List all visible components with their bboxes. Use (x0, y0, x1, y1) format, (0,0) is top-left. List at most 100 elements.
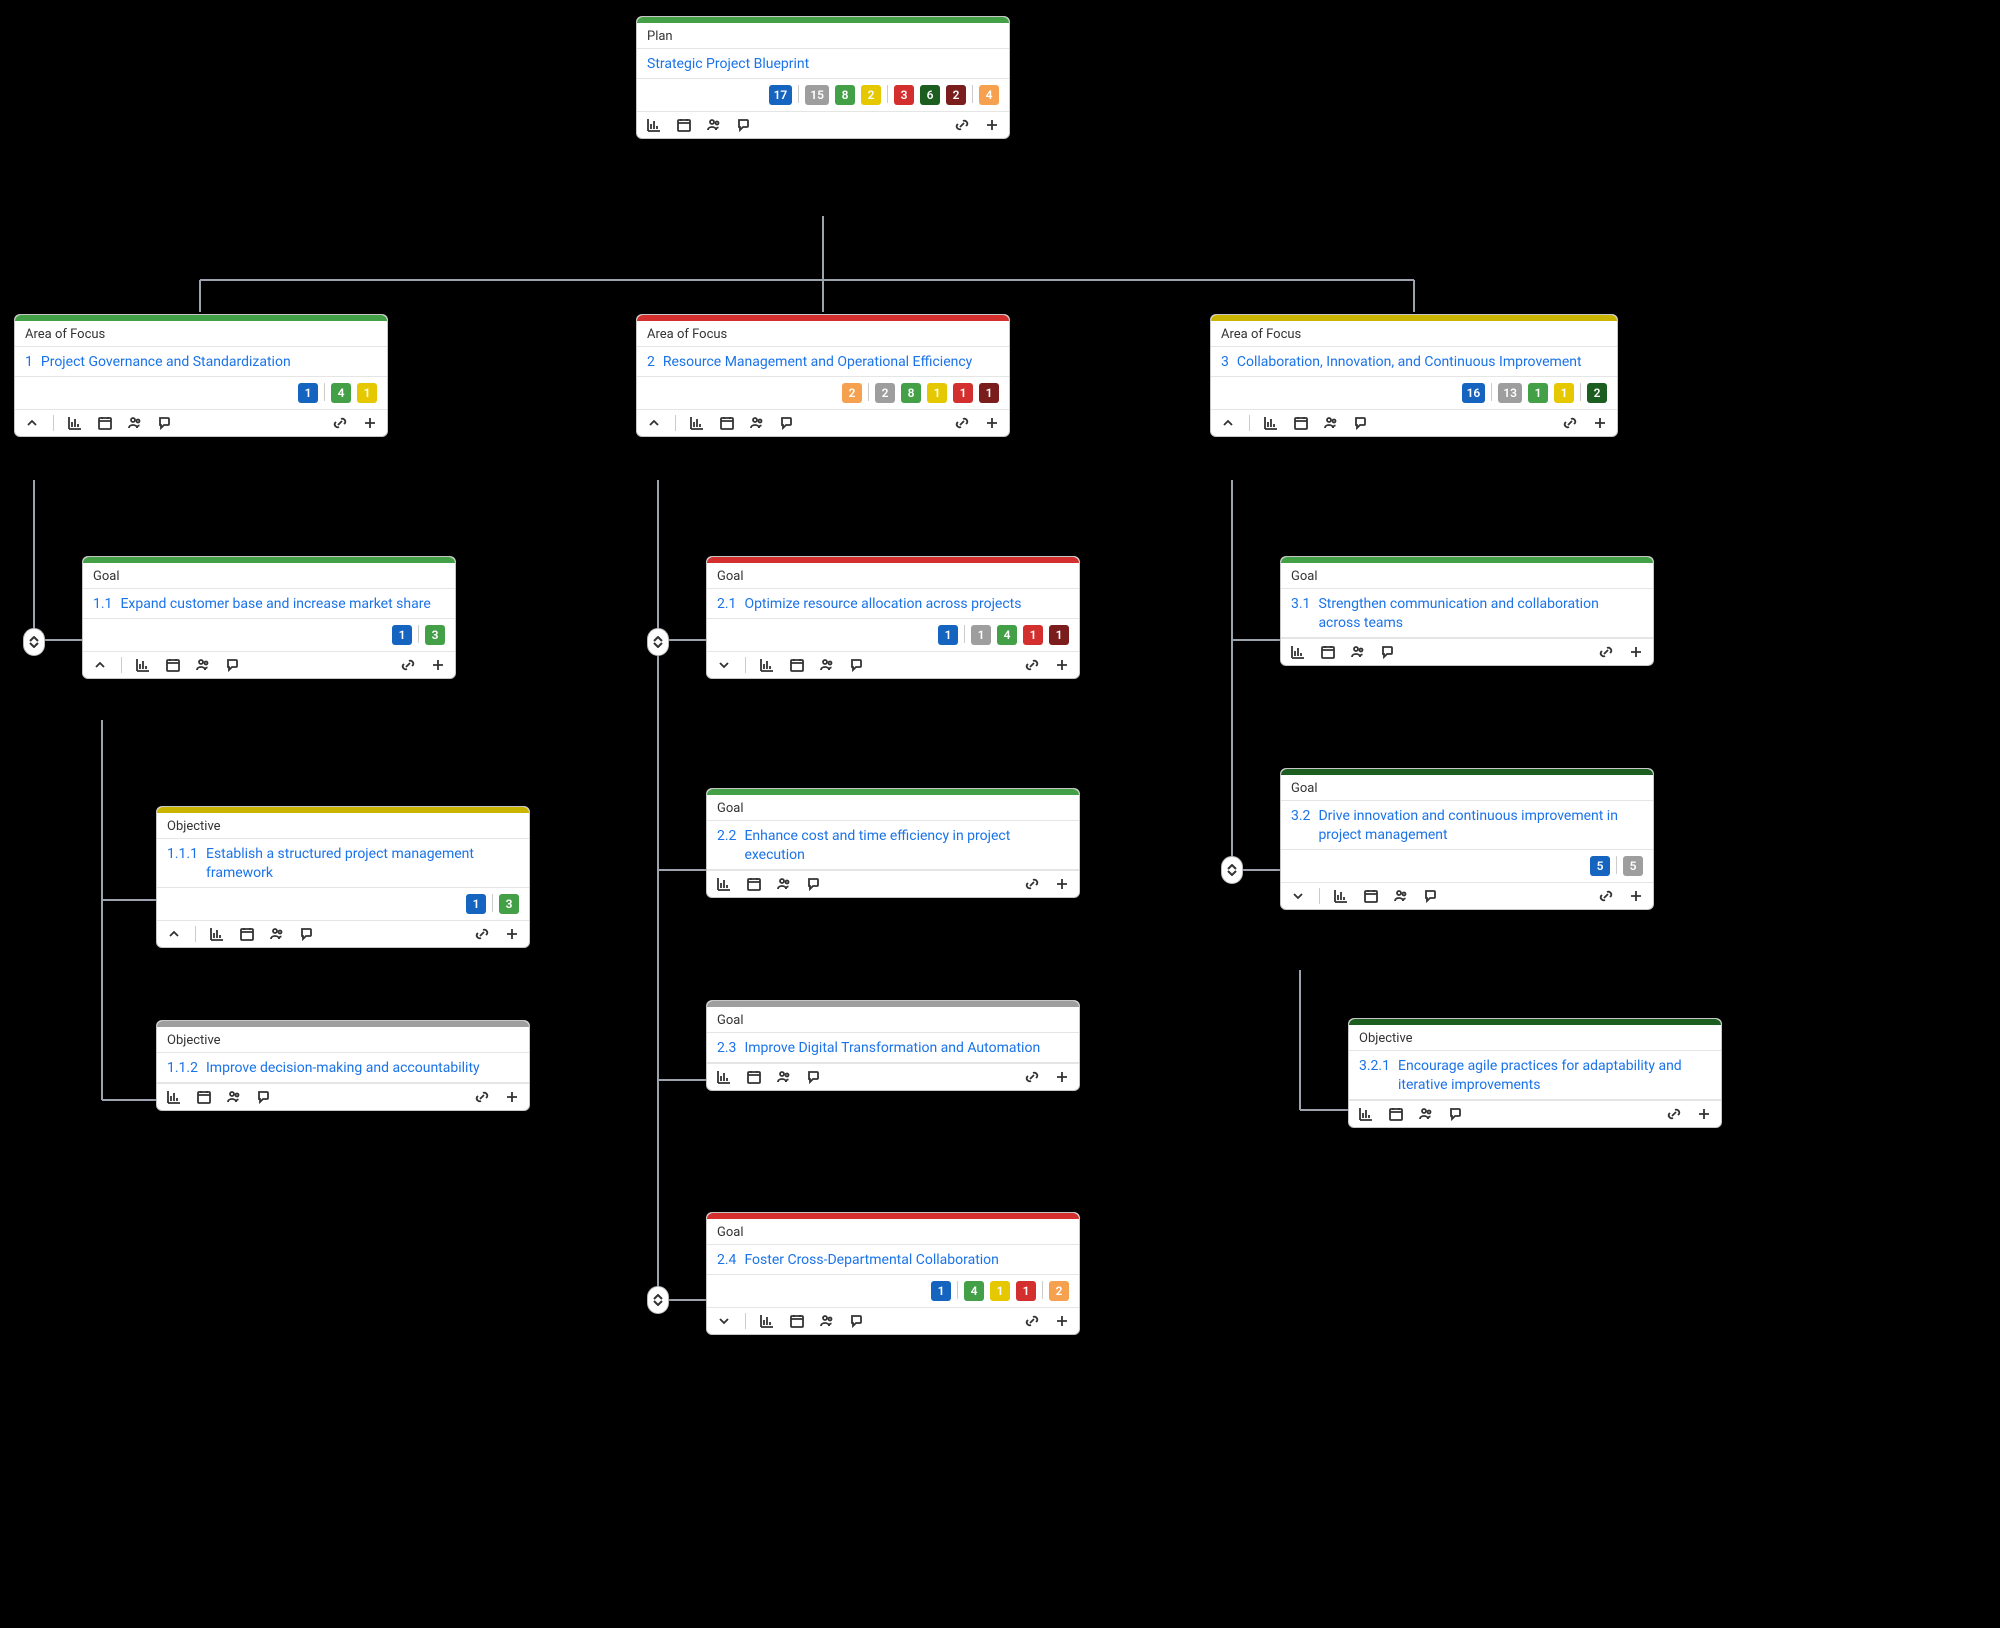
plan-title[interactable]: Strategic Project Blueprint (637, 49, 1009, 79)
people-icon[interactable] (268, 925, 286, 943)
chart-icon[interactable] (1332, 887, 1350, 905)
calendar-icon[interactable] (164, 656, 182, 674)
comment-icon[interactable] (224, 656, 242, 674)
chart-icon[interactable] (1357, 1105, 1375, 1123)
collapse-toggle[interactable] (23, 628, 45, 656)
comment-icon[interactable] (255, 1088, 273, 1106)
chevron-down-icon[interactable] (715, 1312, 733, 1330)
chart-icon[interactable] (1262, 414, 1280, 432)
collapse-toggle[interactable] (647, 628, 669, 656)
chevron-up-icon[interactable] (645, 414, 663, 432)
add-icon[interactable] (1053, 656, 1071, 674)
calendar-icon[interactable] (788, 656, 806, 674)
calendar-icon[interactable] (675, 116, 693, 134)
comment-icon[interactable] (1379, 643, 1397, 661)
goal-title[interactable]: 3.1Strengthen communication and collabor… (1281, 589, 1653, 638)
area-title[interactable]: 2Resource Management and Operational Eff… (637, 347, 1009, 377)
goal-title[interactable]: 2.3Improve Digital Transformation and Au… (707, 1033, 1079, 1063)
calendar-icon[interactable] (238, 925, 256, 943)
add-icon[interactable] (1053, 1068, 1071, 1086)
chart-icon[interactable] (134, 656, 152, 674)
calendar-icon[interactable] (1319, 643, 1337, 661)
chart-icon[interactable] (66, 414, 84, 432)
people-icon[interactable] (775, 875, 793, 893)
link-icon[interactable] (953, 414, 971, 432)
goal-title[interactable]: 2.2Enhance cost and time efficiency in p… (707, 821, 1079, 870)
calendar-icon[interactable] (745, 1068, 763, 1086)
objective-title[interactable]: 3.2.1Encourage agile practices for adapt… (1349, 1051, 1721, 1100)
chart-icon[interactable] (1289, 643, 1307, 661)
people-icon[interactable] (1349, 643, 1367, 661)
chart-icon[interactable] (208, 925, 226, 943)
calendar-icon[interactable] (1292, 414, 1310, 432)
link-icon[interactable] (1023, 656, 1041, 674)
link-icon[interactable] (1561, 414, 1579, 432)
link-icon[interactable] (1597, 643, 1615, 661)
link-icon[interactable] (1023, 875, 1041, 893)
comment-icon[interactable] (805, 875, 823, 893)
add-icon[interactable] (1695, 1105, 1713, 1123)
add-icon[interactable] (1627, 887, 1645, 905)
chart-icon[interactable] (165, 1088, 183, 1106)
comment-icon[interactable] (848, 656, 866, 674)
comment-icon[interactable] (298, 925, 316, 943)
chevron-down-icon[interactable] (715, 656, 733, 674)
people-icon[interactable] (748, 414, 766, 432)
area-title[interactable]: 1Project Governance and Standardization (15, 347, 387, 377)
link-icon[interactable] (1023, 1312, 1041, 1330)
chart-icon[interactable] (715, 1068, 733, 1086)
collapse-toggle[interactable] (647, 1286, 669, 1314)
comment-icon[interactable] (778, 414, 796, 432)
add-icon[interactable] (1627, 643, 1645, 661)
goal-title[interactable]: 2.4Foster Cross-Departmental Collaborati… (707, 1245, 1079, 1275)
comment-icon[interactable] (805, 1068, 823, 1086)
calendar-icon[interactable] (96, 414, 114, 432)
comment-icon[interactable] (735, 116, 753, 134)
chevron-up-icon[interactable] (91, 656, 109, 674)
comment-icon[interactable] (1352, 414, 1370, 432)
people-icon[interactable] (1417, 1105, 1435, 1123)
add-icon[interactable] (1591, 414, 1609, 432)
link-icon[interactable] (331, 414, 349, 432)
calendar-icon[interactable] (788, 1312, 806, 1330)
people-icon[interactable] (775, 1068, 793, 1086)
collapse-toggle[interactable] (1221, 856, 1243, 884)
link-icon[interactable] (1665, 1105, 1683, 1123)
people-icon[interactable] (225, 1088, 243, 1106)
calendar-icon[interactable] (745, 875, 763, 893)
chart-icon[interactable] (758, 1312, 776, 1330)
calendar-icon[interactable] (1362, 887, 1380, 905)
chevron-up-icon[interactable] (165, 925, 183, 943)
add-icon[interactable] (503, 1088, 521, 1106)
people-icon[interactable] (818, 1312, 836, 1330)
link-icon[interactable] (953, 116, 971, 134)
add-icon[interactable] (983, 414, 1001, 432)
goal-title[interactable]: 2.1Optimize resource allocation across p… (707, 589, 1079, 619)
people-icon[interactable] (1392, 887, 1410, 905)
goal-title[interactable]: 3.2Drive innovation and continuous impro… (1281, 801, 1653, 850)
people-icon[interactable] (705, 116, 723, 134)
add-icon[interactable] (429, 656, 447, 674)
link-icon[interactable] (399, 656, 417, 674)
add-icon[interactable] (1053, 875, 1071, 893)
add-icon[interactable] (361, 414, 379, 432)
people-icon[interactable] (1322, 414, 1340, 432)
chart-icon[interactable] (758, 656, 776, 674)
chevron-up-icon[interactable] (1219, 414, 1237, 432)
chart-icon[interactable] (645, 116, 663, 134)
comment-icon[interactable] (1422, 887, 1440, 905)
chart-icon[interactable] (688, 414, 706, 432)
goal-title[interactable]: 1.1Expand customer base and increase mar… (83, 589, 455, 619)
comment-icon[interactable] (156, 414, 174, 432)
link-icon[interactable] (1023, 1068, 1041, 1086)
calendar-icon[interactable] (195, 1088, 213, 1106)
add-icon[interactable] (983, 116, 1001, 134)
people-icon[interactable] (194, 656, 212, 674)
add-icon[interactable] (1053, 1312, 1071, 1330)
chart-icon[interactable] (715, 875, 733, 893)
comment-icon[interactable] (1447, 1105, 1465, 1123)
link-icon[interactable] (473, 1088, 491, 1106)
objective-title[interactable]: 1.1.1Establish a structured project mana… (157, 839, 529, 888)
calendar-icon[interactable] (1387, 1105, 1405, 1123)
area-title[interactable]: 3Collaboration, Innovation, and Continuo… (1211, 347, 1617, 377)
